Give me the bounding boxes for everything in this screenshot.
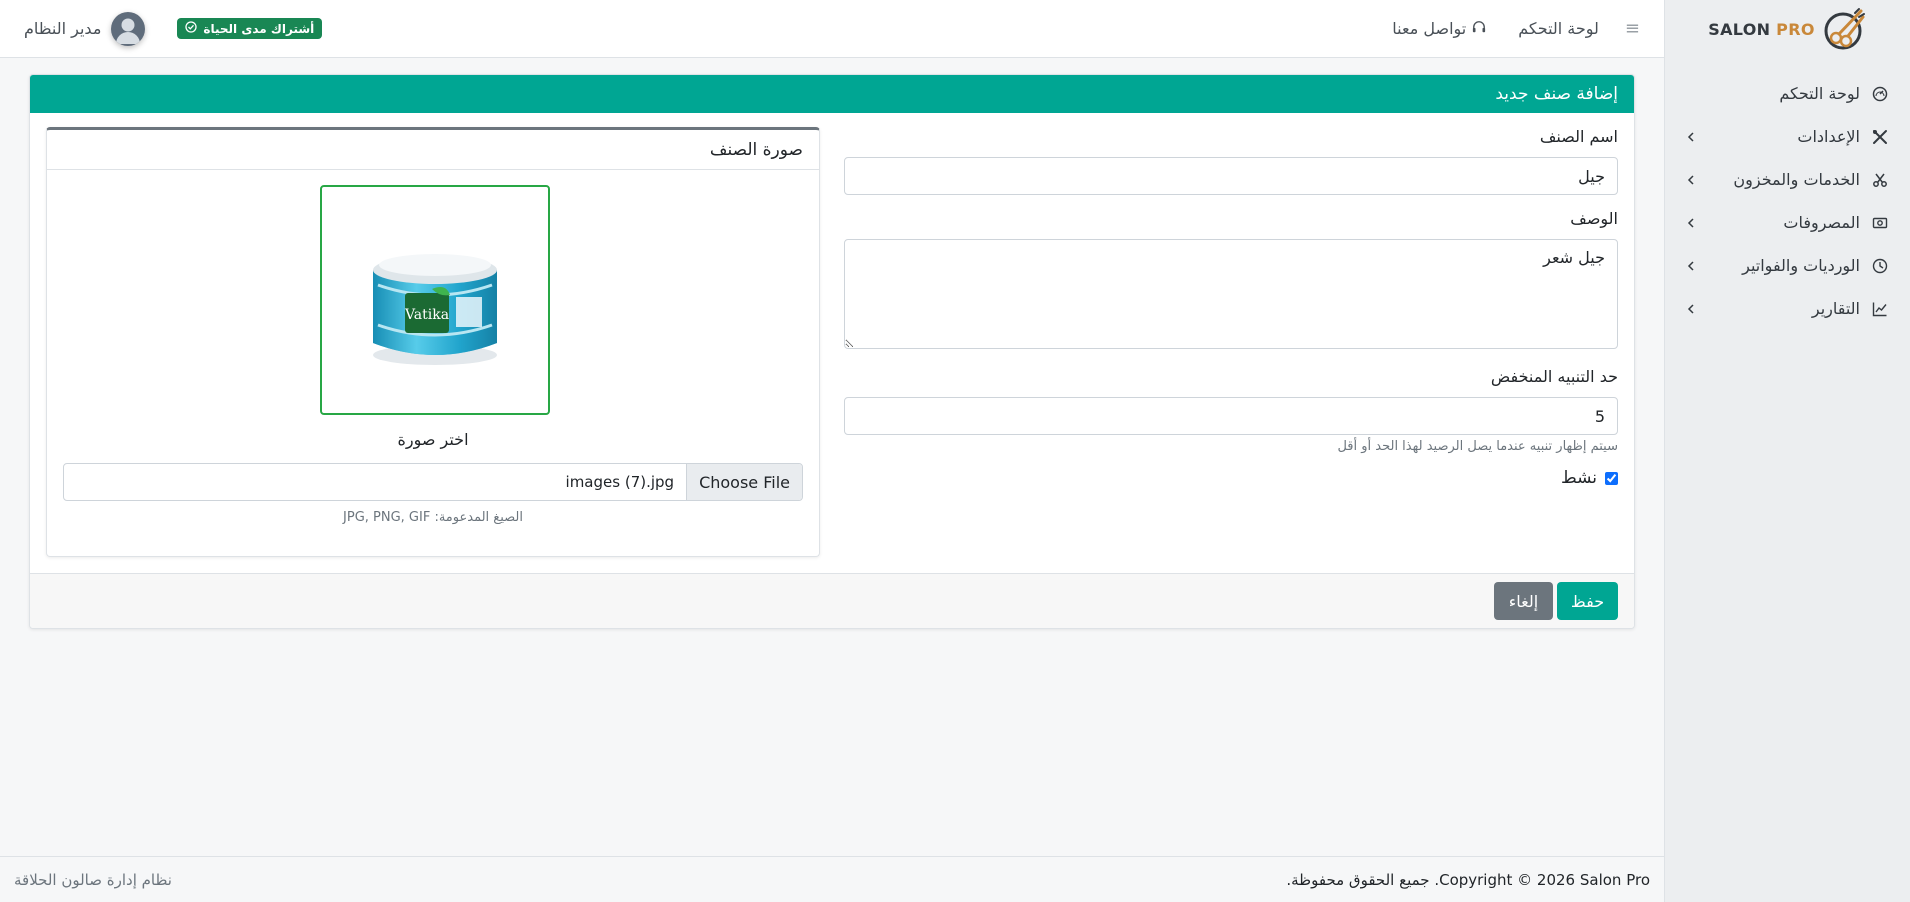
threshold-group: حد التنبيه المنخفض سيتم إظهار تنبيه عندم… [844,367,1618,454]
page-footer: Copyright © 2026 Salon Pro. جميع الحقوق … [0,856,1664,902]
name-group: اسم الصنف [844,127,1618,195]
sidebar-item-label: لوحة التحكم [1779,84,1860,103]
card-title: إضافة صنف جديد [30,75,1634,113]
sidebar-item-label: المصروفات [1783,213,1860,232]
tools-icon [1870,127,1890,147]
check-circle-icon [185,21,198,36]
brand-salon: SALON [1708,19,1777,39]
name-label: اسم الصنف [1539,127,1618,146]
description-group: الوصف جيل شعر [844,209,1618,353]
sidebar-item-reports[interactable]: التقارير [1665,287,1910,330]
scissors-logo-icon [1824,8,1865,50]
sidebar-nav: لوحة التحكم الإعدادات الخدمات والمخزون ا… [1665,72,1910,330]
sidebar-item-label: الخدمات والمخزون [1733,170,1860,189]
sidebar-item-dashboard[interactable]: لوحة التحكم [1665,72,1910,115]
description-textarea[interactable]: جيل شعر [844,239,1618,349]
menu-toggle-icon[interactable]: ≡ [1625,18,1640,39]
item-image-panel: صورة الصنف Vatika اختر صورة Choose File … [46,127,820,557]
supported-formats-hint: الصيغ المدعومة: JPG, PNG, GIF [343,510,523,525]
contact-label: تواصل معنا [1392,19,1467,38]
image-panel-title: صورة الصنف [47,130,819,170]
user-menu[interactable]: مدير النظام [24,11,146,46]
chart-icon [1870,299,1890,319]
item-name-input[interactable] [844,157,1618,195]
clock-icon [1870,256,1890,276]
choose-file-button[interactable]: Choose File [686,464,802,500]
description-label: الوصف [1570,209,1618,228]
headset-icon [1472,19,1486,38]
cash-icon [1870,213,1890,233]
low-stock-threshold-input[interactable] [844,397,1618,435]
choose-image-label: اختر صورة [397,430,469,449]
sidebar: SALON PRO لوحة التحكم الإعدادات الخدمات … [1664,0,1910,902]
save-button[interactable]: حفظ [1557,582,1618,620]
top-link-dashboard[interactable]: لوحة التحكم [1518,19,1599,38]
item-form: اسم الصنف الوصف جيل شعر حد التنبيه المنخ… [844,127,1618,488]
image-file-input[interactable]: Choose File images (7).jpg [63,463,803,501]
brand-text: SALON PRO [1708,20,1814,39]
image-preview[interactable]: Vatika [320,185,550,415]
chevron-left-icon [1685,174,1697,186]
threshold-hint: سيتم إظهار تنبيه عندما يصل الرصيد لهذا ا… [1337,439,1618,454]
card-body: اسم الصنف الوصف جيل شعر حد التنبيه المنخ… [30,113,1634,575]
topbar: ≡ لوحة التحكم تواصل معنا أشتراك مدى الحي… [0,0,1664,58]
product-jar-image: Vatika [373,254,497,365]
threshold-label: حد التنبيه المنخفض [1490,367,1618,386]
dashboard-icon [1870,84,1890,104]
cancel-button[interactable]: إلغاء [1494,582,1553,620]
copyright-text: Copyright © 2026 Salon Pro. جميع الحقوق … [1286,870,1650,889]
brand-pro: PRO [1776,19,1815,39]
sidebar-item-settings[interactable]: الإعدادات [1665,115,1910,158]
user-name: مدير النظام [24,19,102,38]
chevron-left-icon [1685,303,1697,315]
sidebar-item-shifts-invoices[interactable]: الورديات والفواتير [1665,244,1910,287]
chevron-left-icon [1685,217,1697,229]
subscription-badge: أشتراك مدى الحياة [177,18,323,39]
active-label: نشط [1560,468,1597,488]
sidebar-item-expenses[interactable]: المصروفات [1665,201,1910,244]
system-name: نظام إدارة صالون الحلاقة [14,870,172,889]
avatar [111,11,146,46]
add-item-card: إضافة صنف جديد اسم الصنف الوصف جيل شعر ح… [29,74,1635,629]
chevron-left-icon [1685,260,1697,272]
sidebar-item-label: الورديات والفواتير [1742,256,1860,275]
sidebar-item-label: الإعدادات [1797,127,1860,146]
sidebar-item-label: التقارير [1811,299,1860,318]
subscription-label: أشتراك مدى الحياة [203,21,315,36]
brand[interactable]: SALON PRO [1665,0,1910,58]
product-brand-text: Vatika [404,307,449,323]
chevron-left-icon [1685,131,1697,143]
active-checkbox-group[interactable]: نشط [844,468,1618,488]
selected-file-name: images (7).jpg [565,473,675,491]
scissors-icon [1870,170,1890,190]
active-checkbox[interactable] [1605,471,1618,485]
sidebar-item-services-inventory[interactable]: الخدمات والمخزون [1665,158,1910,201]
top-link-contact[interactable]: تواصل معنا [1392,19,1486,38]
card-footer: حفظ إلغاء [30,573,1634,628]
